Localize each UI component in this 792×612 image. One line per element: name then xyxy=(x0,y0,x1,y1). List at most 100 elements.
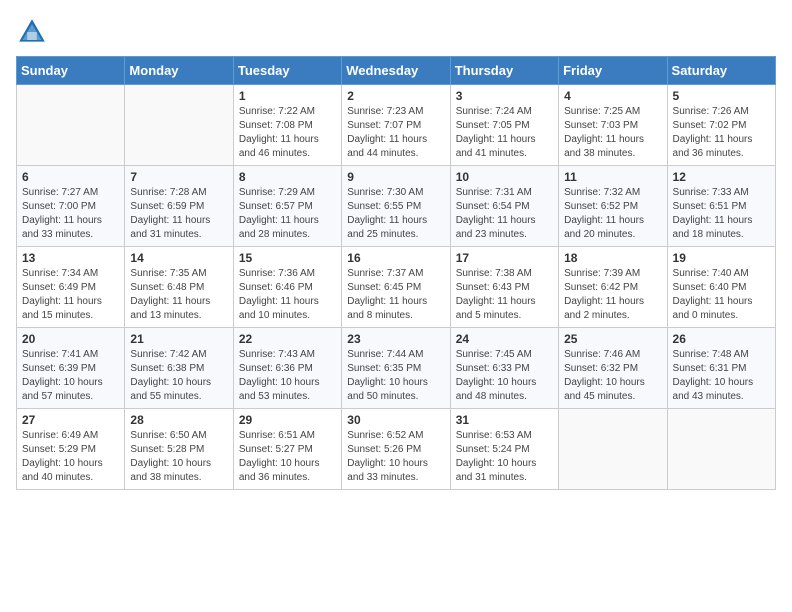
calendar-day-11: 11Sunrise: 7:32 AM Sunset: 6:52 PM Dayli… xyxy=(559,166,667,247)
header-tuesday: Tuesday xyxy=(233,57,341,85)
day-number: 6 xyxy=(22,170,119,184)
header-sunday: Sunday xyxy=(17,57,125,85)
day-number: 16 xyxy=(347,251,444,265)
day-number: 18 xyxy=(564,251,661,265)
day-number: 29 xyxy=(239,413,336,427)
day-info: Sunrise: 7:29 AM Sunset: 6:57 PM Dayligh… xyxy=(239,186,336,242)
day-number: 10 xyxy=(456,170,553,184)
day-info: Sunrise: 7:41 AM Sunset: 6:39 PM Dayligh… xyxy=(22,348,119,404)
day-info: Sunrise: 6:53 AM Sunset: 5:24 PM Dayligh… xyxy=(456,429,553,485)
day-number: 31 xyxy=(456,413,553,427)
day-info: Sunrise: 7:38 AM Sunset: 6:43 PM Dayligh… xyxy=(456,267,553,323)
day-number: 24 xyxy=(456,332,553,346)
calendar-day-1: 1 Sunrise: 7:22 AM Sunset: 7:08 PM Daylig… xyxy=(233,85,341,166)
day-number: 26 xyxy=(673,332,770,346)
calendar-day-4: 4Sunrise: 7:25 AM Sunset: 7:03 PM Daylig… xyxy=(559,85,667,166)
day-info: Sunrise: 7:39 AM Sunset: 6:42 PM Dayligh… xyxy=(564,267,661,323)
day-number: 14 xyxy=(130,251,227,265)
page-header xyxy=(16,16,776,48)
day-info: Sunrise: 7:42 AM Sunset: 6:38 PM Dayligh… xyxy=(130,348,227,404)
day-number: 27 xyxy=(22,413,119,427)
day-number: 23 xyxy=(347,332,444,346)
header-wednesday: Wednesday xyxy=(342,57,450,85)
calendar-day-19: 19 Sunrise: 7:40 AM Sunset: 6:40 PM Dayli… xyxy=(667,247,775,328)
day-info: Sunrise: 7:40 AM Sunset: 6:40 PM Dayligh… xyxy=(673,267,770,323)
day-number: 15 xyxy=(239,251,336,265)
calendar-day-23: 23 Sunrise: 7:44 AM Sunset: 6:35 PM Dayli… xyxy=(342,328,450,409)
day-number: 12 xyxy=(673,170,770,184)
calendar-day-15: 15 Sunrise: 7:36 AM Sunset: 6:46 PM Dayli… xyxy=(233,247,341,328)
calendar-day-28: 28 Sunrise: 6:50 AM Sunset: 5:28 PM Dayli… xyxy=(125,409,233,490)
empty-cell xyxy=(667,409,775,490)
day-info: Sunrise: 7:36 AM Sunset: 6:46 PM Dayligh… xyxy=(239,267,336,323)
day-info: Sunrise: 7:34 AM Sunset: 6:49 PM Dayligh… xyxy=(22,267,119,323)
day-info: Sunrise: 7:30 AM Sunset: 6:55 PM Dayligh… xyxy=(347,186,444,242)
day-info: Sunrise: 7:26 AM Sunset: 7:02 PM Dayligh… xyxy=(673,105,770,161)
calendar-table: SundayMondayTuesdayWednesdayThursdayFrid… xyxy=(16,56,776,490)
day-number: 17 xyxy=(456,251,553,265)
calendar-week-3: 13 Sunrise: 7:34 AM Sunset: 6:49 PM Dayli… xyxy=(17,247,776,328)
day-number: 21 xyxy=(130,332,227,346)
day-info: Sunrise: 7:27 AM Sunset: 7:00 PM Dayligh… xyxy=(22,186,119,242)
day-info: Sunrise: 6:49 AM Sunset: 5:29 PM Dayligh… xyxy=(22,429,119,485)
calendar-week-2: 6 Sunrise: 7:27 AM Sunset: 7:00 PM Daylig… xyxy=(17,166,776,247)
calendar-day-20: 20 Sunrise: 7:41 AM Sunset: 6:39 PM Dayli… xyxy=(17,328,125,409)
header-monday: Monday xyxy=(125,57,233,85)
calendar-week-4: 20 Sunrise: 7:41 AM Sunset: 6:39 PM Dayli… xyxy=(17,328,776,409)
day-number: 2 xyxy=(347,89,444,103)
day-info: Sunrise: 7:31 AM Sunset: 6:54 PM Dayligh… xyxy=(456,186,553,242)
day-number: 7 xyxy=(130,170,227,184)
day-info: Sunrise: 6:50 AM Sunset: 5:28 PM Dayligh… xyxy=(130,429,227,485)
day-number: 9 xyxy=(347,170,444,184)
day-info: Sunrise: 7:44 AM Sunset: 6:35 PM Dayligh… xyxy=(347,348,444,404)
calendar-day-30: 30Sunrise: 6:52 AM Sunset: 5:26 PM Dayli… xyxy=(342,409,450,490)
day-info: Sunrise: 7:45 AM Sunset: 6:33 PM Dayligh… xyxy=(456,348,553,404)
day-number: 28 xyxy=(130,413,227,427)
day-info: Sunrise: 7:33 AM Sunset: 6:51 PM Dayligh… xyxy=(673,186,770,242)
day-number: 3 xyxy=(456,89,553,103)
day-number: 19 xyxy=(673,251,770,265)
day-number: 1 xyxy=(239,89,336,103)
calendar-day-9: 9 Sunrise: 7:30 AM Sunset: 6:55 PM Daylig… xyxy=(342,166,450,247)
empty-cell xyxy=(559,409,667,490)
day-info: Sunrise: 7:43 AM Sunset: 6:36 PM Dayligh… xyxy=(239,348,336,404)
day-number: 20 xyxy=(22,332,119,346)
logo xyxy=(16,16,52,48)
day-number: 11 xyxy=(564,170,661,184)
header-saturday: Saturday xyxy=(667,57,775,85)
calendar-day-7: 7 Sunrise: 7:28 AM Sunset: 6:59 PM Daylig… xyxy=(125,166,233,247)
day-info: Sunrise: 7:28 AM Sunset: 6:59 PM Dayligh… xyxy=(130,186,227,242)
day-number: 8 xyxy=(239,170,336,184)
calendar-day-14: 14 Sunrise: 7:35 AM Sunset: 6:48 PM Dayli… xyxy=(125,247,233,328)
day-number: 25 xyxy=(564,332,661,346)
empty-cell xyxy=(17,85,125,166)
calendar-week-5: 27 Sunrise: 6:49 AM Sunset: 5:29 PM Dayli… xyxy=(17,409,776,490)
day-info: Sunrise: 6:51 AM Sunset: 5:27 PM Dayligh… xyxy=(239,429,336,485)
calendar-day-6: 6 Sunrise: 7:27 AM Sunset: 7:00 PM Daylig… xyxy=(17,166,125,247)
empty-cell xyxy=(125,85,233,166)
calendar-day-2: 2Sunrise: 7:23 AM Sunset: 7:07 PM Daylig… xyxy=(342,85,450,166)
day-info: Sunrise: 7:35 AM Sunset: 6:48 PM Dayligh… xyxy=(130,267,227,323)
calendar-day-26: 26Sunrise: 7:48 AM Sunset: 6:31 PM Dayli… xyxy=(667,328,775,409)
calendar-day-10: 10 Sunrise: 7:31 AM Sunset: 6:54 PM Dayli… xyxy=(450,166,558,247)
calendar-day-18: 18 Sunrise: 7:39 AM Sunset: 6:42 PM Dayli… xyxy=(559,247,667,328)
calendar-day-3: 3 Sunrise: 7:24 AM Sunset: 7:05 PM Daylig… xyxy=(450,85,558,166)
header-friday: Friday xyxy=(559,57,667,85)
calendar-day-8: 8 Sunrise: 7:29 AM Sunset: 6:57 PM Daylig… xyxy=(233,166,341,247)
day-info: Sunrise: 7:37 AM Sunset: 6:45 PM Dayligh… xyxy=(347,267,444,323)
calendar-day-25: 25Sunrise: 7:46 AM Sunset: 6:32 PM Dayli… xyxy=(559,328,667,409)
calendar-day-22: 22Sunrise: 7:43 AM Sunset: 6:36 PM Dayli… xyxy=(233,328,341,409)
day-info: Sunrise: 6:52 AM Sunset: 5:26 PM Dayligh… xyxy=(347,429,444,485)
day-info: Sunrise: 7:24 AM Sunset: 7:05 PM Dayligh… xyxy=(456,105,553,161)
calendar-day-31: 31 Sunrise: 6:53 AM Sunset: 5:24 PM Dayli… xyxy=(450,409,558,490)
calendar-day-12: 12 Sunrise: 7:33 AM Sunset: 6:51 PM Dayli… xyxy=(667,166,775,247)
calendar-week-1: 1 Sunrise: 7:22 AM Sunset: 7:08 PM Daylig… xyxy=(17,85,776,166)
day-number: 5 xyxy=(673,89,770,103)
header-thursday: Thursday xyxy=(450,57,558,85)
day-number: 4 xyxy=(564,89,661,103)
calendar-header-row: SundayMondayTuesdayWednesdayThursdayFrid… xyxy=(17,57,776,85)
calendar-day-27: 27 Sunrise: 6:49 AM Sunset: 5:29 PM Dayli… xyxy=(17,409,125,490)
calendar-day-29: 29 Sunrise: 6:51 AM Sunset: 5:27 PM Dayli… xyxy=(233,409,341,490)
day-number: 13 xyxy=(22,251,119,265)
day-info: Sunrise: 7:22 AM Sunset: 7:08 PM Dayligh… xyxy=(239,105,336,161)
